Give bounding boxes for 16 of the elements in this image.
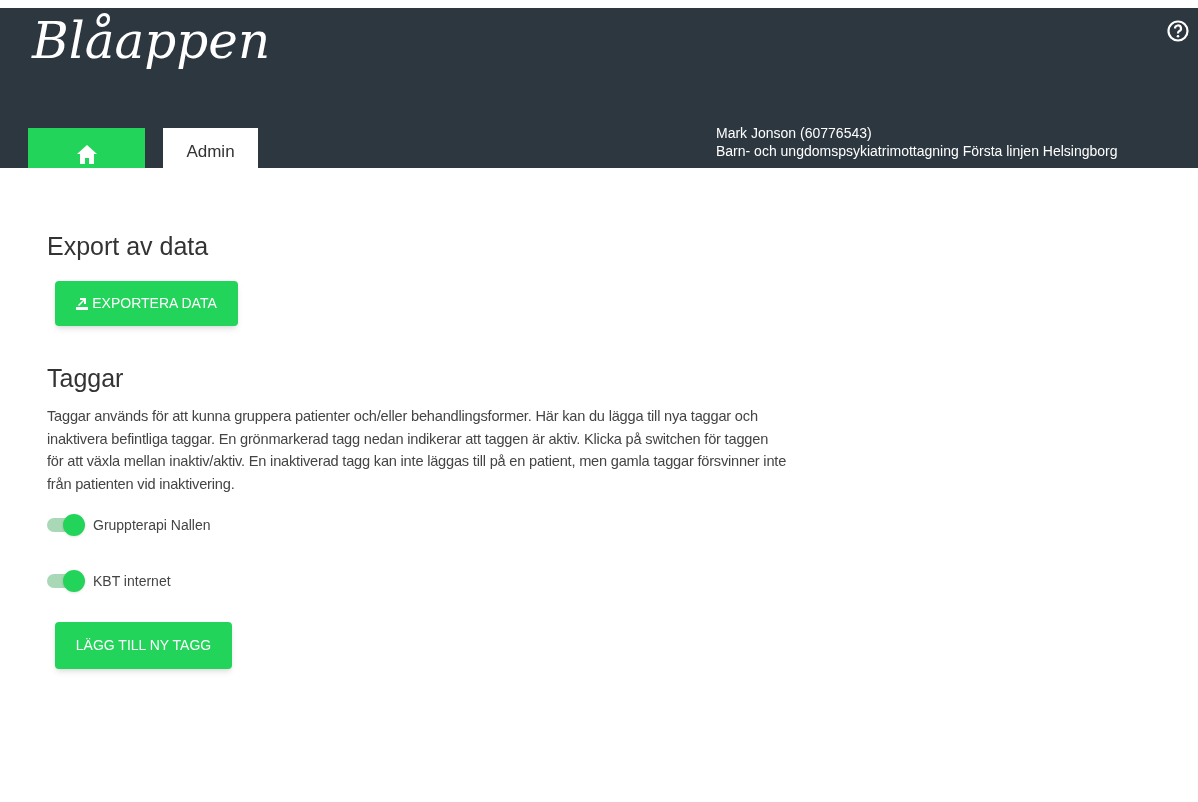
- add-tag-button[interactable]: LÄGG TILL NY TAGG: [55, 622, 232, 669]
- help-icon[interactable]: [1167, 20, 1189, 42]
- description-text: Taggar används för att kunna gruppera patienter och/eller behandlingsformer. Här kan du lägga till nya taggar och inaktivera befintliga taggar. En grönmarkerad tagg nedan indikerar att taggen är aktiv. Klicka på switchen för taggen för att växla mellan inaktiv/aktiv. En inaktiverad tagg kan inte läggas till på en patient, men gamla taggar försvinner inte från patienten vid inaktivering.: [47, 407, 787, 494]
- section-title: Export av data: [47, 234, 209, 259]
- home-tab[interactable]: [28, 128, 145, 168]
- export-button[interactable]: EXPORTERA DATA: [55, 281, 238, 326]
- tag-label: KBT internet: [93, 571, 171, 591]
- admin-tab[interactable]: Admin: [163, 128, 258, 168]
- home-icon: [75, 144, 98, 164]
- export-icon: [76, 297, 89, 310]
- toggle-switch[interactable]: [47, 514, 85, 536]
- user-name: Mark Jonson (60776543): [716, 124, 873, 142]
- tag-label: Gruppterapi Nallen: [93, 515, 211, 535]
- toggle-switch[interactable]: [47, 570, 85, 592]
- section-title: Taggar: [47, 366, 124, 391]
- user-unit: Barn- och ungdomspsykiatrimottagning Första linjen Helsingborg: [716, 142, 1119, 160]
